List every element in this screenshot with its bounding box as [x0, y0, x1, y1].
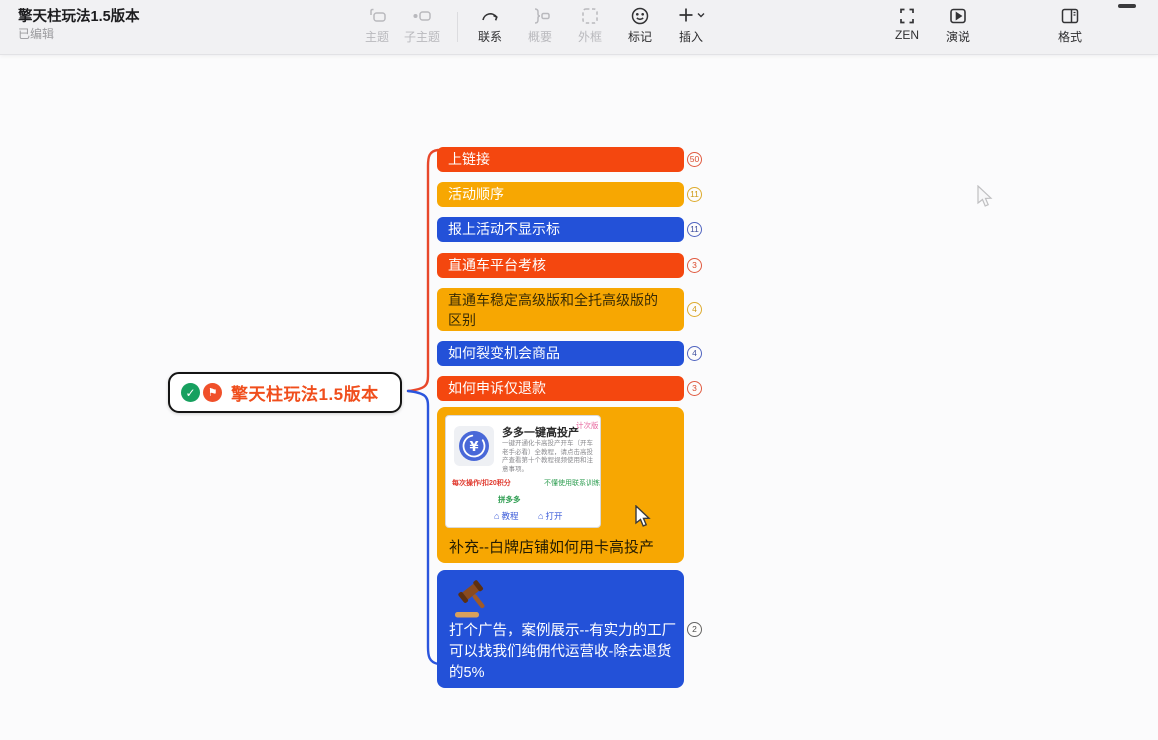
mindmap-node[interactable]: 如何申诉仅退款: [437, 376, 684, 401]
mindmap-node[interactable]: 报上活动不显示标: [437, 217, 684, 242]
root-node[interactable]: ✓ ⚑ 擎天柱玩法1.5版本: [168, 372, 402, 413]
toolbar-divider: [457, 12, 458, 42]
node-label: 如何裂变机会商品: [448, 345, 560, 361]
toolbar-item-label: 主题: [354, 28, 400, 45]
node-label: 直通车平台考核: [448, 257, 546, 273]
toolbar-subtopic-button[interactable]: 子主题: [399, 5, 445, 45]
svg-text:¥: ¥: [469, 440, 478, 455]
summary-icon: [517, 5, 563, 27]
toolbar-item-label: 联系: [467, 28, 513, 45]
node-count-badge: 4: [687, 302, 702, 317]
node-count-badge: 11: [687, 222, 702, 237]
mindmap-node[interactable]: 如何裂变机会商品: [437, 341, 684, 366]
mindmap-app: 擎天柱玩法1.5版本 已编辑 主题 子主题 联系: [0, 0, 1158, 740]
node-label: 活动顺序: [448, 186, 504, 202]
node-count-badge: 11: [687, 187, 702, 202]
node-count-badge: 4: [687, 346, 702, 361]
insert-plus-icon: [668, 5, 714, 27]
toolbar-topic-button[interactable]: 主题: [354, 5, 400, 45]
toolbar-item-label: 格式: [1047, 28, 1093, 45]
check-marker-icon: ✓: [181, 383, 200, 402]
node-count-badge: 2: [687, 622, 702, 637]
toolbar-insert-button[interactable]: 插入: [668, 5, 714, 45]
card-platform-label: 拼多多: [498, 494, 521, 505]
toolbar-item-label: 概要: [517, 28, 563, 45]
ad-node-label: 打个广告，案例展示--有实力的工厂可以找我们纯佣代运营收-除去退货的5%: [449, 621, 677, 684]
toolbar-item-label: 标记: [617, 28, 663, 45]
node-count-badge: 3: [687, 381, 702, 396]
toolbar-zen-button[interactable]: ZEN: [884, 5, 930, 42]
mindmap-node[interactable]: 上链接: [437, 147, 684, 172]
flag-marker-icon: ⚑: [203, 383, 222, 402]
toolbar-item-label: 外框: [567, 28, 613, 45]
zen-mode-icon: [884, 5, 930, 27]
window-minimize-dash[interactable]: [1118, 4, 1136, 8]
embedded-app-card-image: ¥ 多多一键高投产 计次版 一键开通化卡高投产开车（开车老手必看）全教程，请点击…: [445, 415, 601, 528]
top-toolbar: 擎天柱玩法1.5版本 已编辑 主题 子主题 联系: [0, 0, 1158, 55]
toolbar-boundary-button[interactable]: 外框: [567, 5, 613, 45]
relation-icon: [467, 5, 513, 27]
card-cost-note: 每次操作/扣20积分: [452, 478, 511, 488]
card-description: 一键开通化卡高投产开车（开车老手必看）全教程，请点击高投产查看第十个教程视频使用…: [502, 440, 596, 474]
boundary-icon: [567, 5, 613, 27]
node-label: 直通车稳定高级版和全托高级版的区别: [448, 292, 658, 328]
toolbar-relation-button[interactable]: 联系: [467, 5, 513, 45]
app-icon-tile: ¥: [454, 426, 494, 466]
node-label: 如何申诉仅退款: [448, 380, 546, 396]
node-count-badge: 50: [687, 152, 702, 167]
house-icon: ⌂: [494, 511, 499, 521]
toolbar-item-label: 演说: [935, 28, 981, 45]
format-panel-icon: [1047, 5, 1093, 27]
house-icon: ⌂: [538, 511, 543, 521]
toolbar-item-label: 插入: [668, 28, 714, 45]
toolbar-item-label: ZEN: [884, 28, 930, 42]
mouse-cursor: [633, 505, 653, 529]
mouse-cursor-ghost: [975, 185, 995, 209]
toolbar-item-label: 子主题: [399, 28, 445, 45]
toolbar-summary-button[interactable]: 概要: [517, 5, 563, 45]
card-tip-note: 不懂使用联系训练: [544, 478, 600, 488]
supplement-node[interactable]: ¥ 多多一键高投产 计次版 一键开通化卡高投产开车（开车老手必看）全教程，请点击…: [437, 407, 684, 563]
toolbar-present-button[interactable]: 演说: [935, 5, 981, 45]
mindmap-node[interactable]: 直通车稳定高级版和全托高级版的区别: [437, 288, 684, 331]
root-node-label: 擎天柱玩法1.5版本: [231, 380, 379, 405]
topic-icon: [354, 5, 400, 27]
subtopic-icon: [399, 5, 445, 27]
mindmap-canvas[interactable]: ✓ ⚑ 擎天柱玩法1.5版本 上链接 活动顺序 报上活动不显示标 直通车平台考核…: [0, 56, 1158, 740]
supplement-node-label: 补充--白牌店铺如何用卡高投产: [449, 536, 654, 557]
mindmap-node[interactable]: 活动顺序: [437, 182, 684, 207]
node-count-badge: 3: [687, 258, 702, 273]
mindmap-node[interactable]: 直通车平台考核: [437, 253, 684, 278]
node-label: 报上活动不显示标: [448, 221, 560, 237]
toolbar-format-button[interactable]: 格式: [1047, 5, 1093, 45]
document-status: 已编辑: [18, 25, 54, 42]
card-tutorial-button: ⌂教程: [494, 510, 518, 522]
document-title: 擎天柱玩法1.5版本: [18, 5, 140, 26]
gavel-icon: [451, 578, 495, 620]
ad-node[interactable]: 打个广告，案例展示--有实力的工厂可以找我们纯佣代运营收-除去退货的5%: [437, 570, 684, 688]
present-play-icon: [935, 5, 981, 27]
yuan-sync-icon: ¥: [456, 428, 492, 464]
card-open-button: ⌂打开: [538, 510, 562, 522]
marker-smiley-icon: [617, 5, 663, 27]
card-title: 多多一键高投产: [502, 424, 579, 440]
toolbar-marker-button[interactable]: 标记: [617, 5, 663, 45]
node-label: 上链接: [448, 151, 490, 167]
card-edition-tag: 计次版: [576, 420, 599, 431]
